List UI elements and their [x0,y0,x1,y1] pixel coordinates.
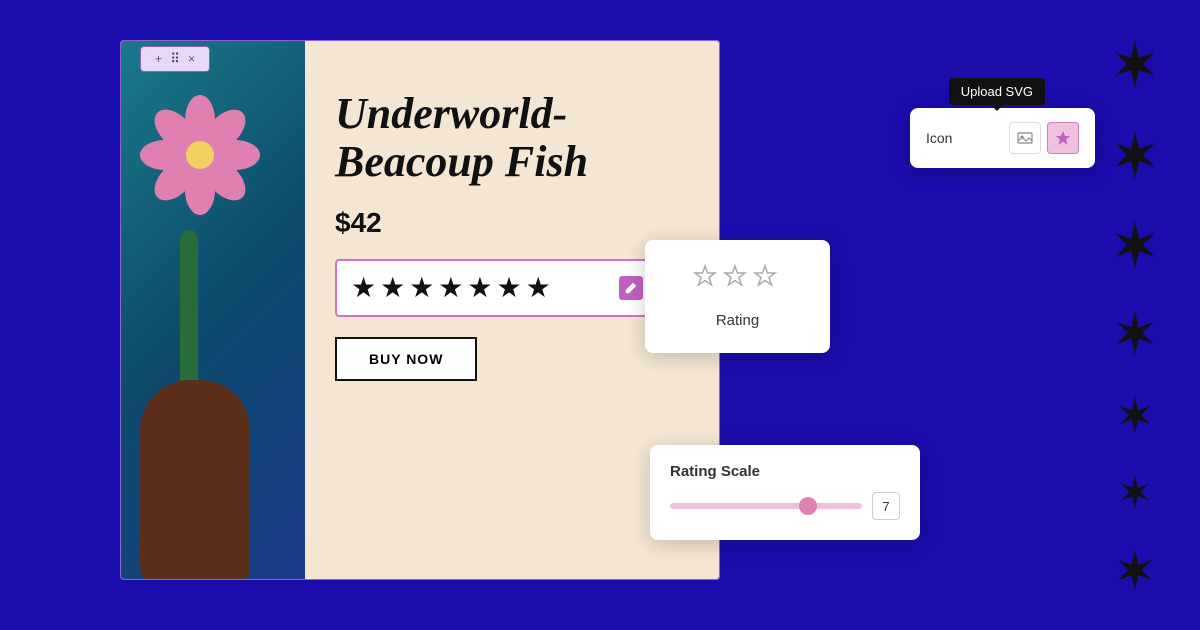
starburst-7 [1113,548,1157,592]
scale-row: 7 [670,492,900,520]
toolbar-area: + ⠿ × [140,46,210,72]
plus-icon: + [155,51,162,67]
scale-card: Rating Scale 7 [650,445,920,540]
starburst-2 [1109,129,1161,181]
close-icon: × [188,51,195,67]
grid-icon: ⠿ [170,51,180,67]
rating-card-stars [665,264,810,302]
starburst-5 [1115,395,1155,435]
product-title: Underworld- Beacoup Fish [335,90,690,187]
image-icon [1017,130,1033,146]
rating-row: ★★★★★★★ [335,259,655,317]
slider-track[interactable] [670,503,862,509]
empty-stars-icon [693,264,783,294]
rating-card-label: Rating [665,312,810,329]
upload-svg-tooltip: Upload SVG [949,78,1045,105]
flower-head [145,100,255,210]
starburst-6 [1117,474,1153,510]
icon-star-button[interactable] [1047,122,1079,154]
slider-thumb[interactable] [799,497,817,515]
icon-panel: Icon [910,108,1095,168]
icon-buttons [1009,122,1079,154]
rating-stars-display: ★★★★★★★ [351,271,555,305]
pencil-icon [625,282,637,294]
scale-value: 7 [872,492,900,520]
star-icon [1055,130,1071,146]
starburst-4 [1111,309,1159,357]
starburst-1 [1109,38,1161,90]
photo-panel [120,40,305,580]
scale-card-label: Rating Scale [670,463,900,480]
rating-card: Rating [645,240,830,353]
star-sidebar [1090,0,1180,630]
icon-row: Icon [926,122,1079,154]
main-card: Underworld- Beacoup Fish $42 ★★★★★★★ BUY… [120,40,720,580]
icon-image-button[interactable] [1009,122,1041,154]
buy-now-button[interactable]: BUY NOW [335,337,477,381]
flower-center [186,141,214,169]
toolbar-tab[interactable]: + ⠿ × [140,46,210,72]
hand-body [140,380,250,580]
icon-panel-label: Icon [926,130,952,146]
starburst-3 [1109,219,1161,271]
product-price: $42 [335,207,690,239]
edit-rating-button[interactable] [619,276,643,300]
